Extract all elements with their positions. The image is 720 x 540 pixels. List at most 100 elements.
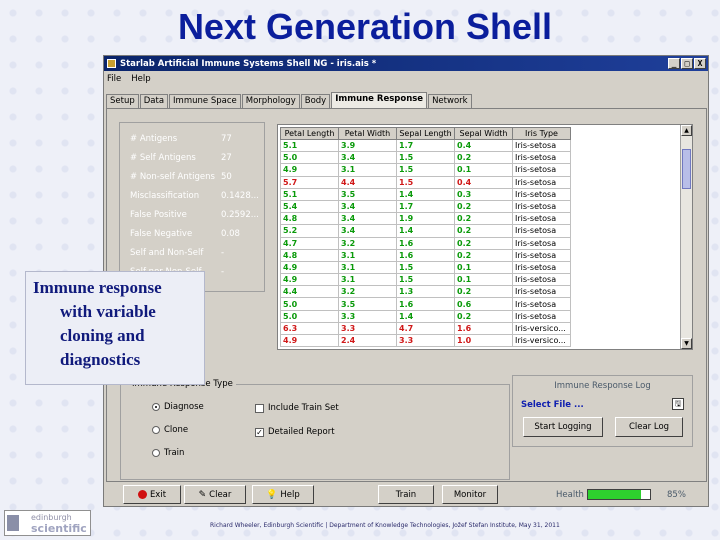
table-cell: Iris-versico... — [512, 333, 571, 348]
save-file-icon[interactable]: 🖫 — [672, 398, 684, 410]
select-file-link[interactable]: Select File ... — [521, 400, 584, 410]
table-row[interactable]: 5.0 3.4 1.5 0.2 Iris-setosa — [280, 151, 571, 165]
tab-body[interactable]: Body — [300, 94, 331, 108]
stat-false-positive: False Positive 0.2592... — [130, 210, 260, 221]
table-row[interactable]: 5.1 3.9 1.7 0.4 Iris-setosa — [280, 138, 571, 153]
table-cell: Iris-setosa — [512, 309, 571, 323]
help-button[interactable]: 💡 Help — [252, 485, 314, 504]
radio-dot[interactable] — [152, 449, 160, 457]
detailed-report-checkbox[interactable]: ✓ Detailed Report — [255, 427, 335, 437]
table-cell: 1.5 — [396, 260, 455, 275]
table-cell: 1.0 — [454, 333, 513, 348]
start-logging-button[interactable]: Start Logging — [523, 417, 603, 437]
table-cell: 0.1 — [454, 163, 513, 177]
table-row[interactable]: 5.2 3.4 1.4 0.2 Iris-setosa — [280, 224, 571, 238]
table-cell: 3.3 — [338, 309, 397, 323]
radio-dot[interactable] — [152, 426, 160, 434]
stat-label: # Antigens — [130, 134, 178, 144]
table-cell: 4.7 — [280, 236, 339, 250]
maximize-button[interactable]: □ — [681, 58, 693, 69]
exit-button[interactable]: Exit — [123, 485, 181, 504]
menu-file[interactable]: File — [107, 74, 121, 84]
slide-footer: Richard Wheeler, Edinburgh Scientific | … — [210, 522, 560, 529]
table-row[interactable]: 4.8 3.1 1.6 0.2 Iris-setosa — [280, 248, 571, 262]
table-cell: 3.1 — [338, 260, 397, 275]
table-cell: 1.6 — [454, 321, 513, 336]
tab-network[interactable]: Network — [428, 94, 472, 108]
table-cell: Iris-setosa — [512, 163, 571, 177]
health-label: Health — [556, 490, 584, 500]
train-button[interactable]: Train — [378, 485, 434, 504]
table-cell: Iris-setosa — [512, 236, 571, 250]
menu-help[interactable]: Help — [131, 74, 150, 84]
include-train-set-checkbox[interactable]: Include Train Set — [255, 403, 339, 413]
table-scrollbar[interactable]: ▲ ▼ — [680, 125, 692, 349]
radio-diagnose[interactable]: Diagnose — [152, 402, 204, 412]
callout-box: Immune response with variable cloning an… — [25, 271, 205, 385]
table-row[interactable]: 5.1 3.5 1.4 0.3 Iris-setosa — [280, 187, 571, 201]
minimize-button[interactable]: _ — [668, 58, 680, 69]
table-cell: 5.2 — [280, 224, 339, 238]
window-titlebar[interactable]: Starlab Artificial Immune Systems Shell … — [104, 56, 708, 71]
checkbox-box[interactable] — [255, 403, 264, 413]
clear-log-button[interactable]: Clear Log — [615, 417, 683, 437]
tab-data[interactable]: Data — [139, 94, 169, 108]
column-header[interactable]: Petal Length — [280, 127, 339, 140]
table-cell: 0.6 — [454, 297, 513, 311]
table-row[interactable]: 4.4 3.2 1.3 0.2 Iris-setosa — [280, 285, 571, 299]
table-row[interactable]: 5.7 4.4 1.5 0.4 Iris-setosa — [280, 175, 571, 189]
close-button[interactable]: X — [694, 58, 706, 69]
column-header[interactable]: Sepal Length — [396, 127, 455, 140]
table-row[interactable]: 4.7 3.2 1.6 0.2 Iris-setosa — [280, 236, 571, 250]
table-cell: 5.0 — [280, 151, 339, 165]
table-row[interactable]: 5.0 3.5 1.6 0.6 Iris-setosa — [280, 297, 571, 311]
table-row[interactable]: 5.4 3.4 1.7 0.2 Iris-setosa — [280, 199, 571, 214]
antigen-table[interactable]: Petal Length Petal Width Sepal Length Se… — [277, 124, 693, 350]
table-row[interactable]: 6.3 3.3 4.7 1.6 Iris-versico... — [280, 321, 571, 336]
table-cell: 5.0 — [280, 309, 339, 323]
table-cell: 1.5 — [396, 151, 455, 165]
table-cell: Iris-setosa — [512, 224, 571, 238]
table-cell: Iris-setosa — [512, 187, 571, 201]
table-row[interactable]: 4.9 3.1 1.5 0.1 Iris-setosa — [280, 163, 571, 177]
tab-immune-response[interactable]: Immune Response — [331, 92, 428, 108]
stat-antigens: # Antigens 77 — [130, 134, 260, 145]
logo-text-top: edinburgh — [31, 513, 72, 522]
clear-button[interactable]: ✎ Clear — [184, 485, 246, 504]
scroll-up-icon[interactable]: ▲ — [681, 125, 692, 136]
table-cell: 1.9 — [396, 212, 455, 226]
tab-immune-space[interactable]: Immune Space — [169, 94, 241, 108]
table-cell: 0.2 — [454, 236, 513, 250]
table-row[interactable]: 4.8 3.4 1.9 0.2 Iris-setosa — [280, 212, 571, 226]
column-header[interactable]: Iris Type — [512, 127, 571, 140]
table-cell: 3.3 — [396, 333, 455, 348]
table-cell: 3.4 — [338, 199, 397, 214]
table-cell: Iris-setosa — [512, 273, 571, 287]
tab-setup[interactable]: Setup — [106, 94, 139, 108]
column-header[interactable]: Sepal Width — [454, 127, 513, 140]
table-cell: 5.0 — [280, 297, 339, 311]
checkmark-icon[interactable]: ✓ — [255, 427, 264, 437]
scroll-down-icon[interactable]: ▼ — [681, 338, 692, 349]
table-cell: 1.5 — [396, 175, 455, 189]
table-row[interactable]: 4.9 2.4 3.3 1.0 Iris-versico... — [280, 333, 571, 348]
table-cell: 4.8 — [280, 248, 339, 262]
table-cell: Iris-setosa — [512, 138, 571, 153]
column-header[interactable]: Petal Width — [338, 127, 397, 140]
stat-self-and-non-self: Self and Non-Self - — [130, 248, 260, 259]
tab-morphology[interactable]: Morphology — [241, 94, 300, 108]
table-cell: 1.5 — [396, 273, 455, 287]
table-row[interactable]: 4.9 3.1 1.5 0.1 Iris-setosa — [280, 273, 571, 287]
table-cell: 1.7 — [396, 199, 455, 214]
monitor-button[interactable]: Monitor — [442, 485, 498, 504]
radio-dot[interactable] — [152, 403, 160, 411]
radio-clone[interactable]: Clone — [152, 425, 188, 435]
stat-value: - — [221, 267, 225, 277]
callout-line: diagnostics — [60, 350, 141, 369]
table-row[interactable]: 4.9 3.1 1.5 0.1 Iris-setosa — [280, 260, 571, 275]
radio-train[interactable]: Train — [152, 448, 184, 458]
scroll-thumb[interactable] — [682, 149, 691, 189]
table-row[interactable]: 5.0 3.3 1.4 0.2 Iris-setosa — [280, 309, 571, 323]
table-cell: 5.1 — [280, 187, 339, 201]
stat-misclassification: Misclassification 0.1428... — [130, 191, 260, 202]
